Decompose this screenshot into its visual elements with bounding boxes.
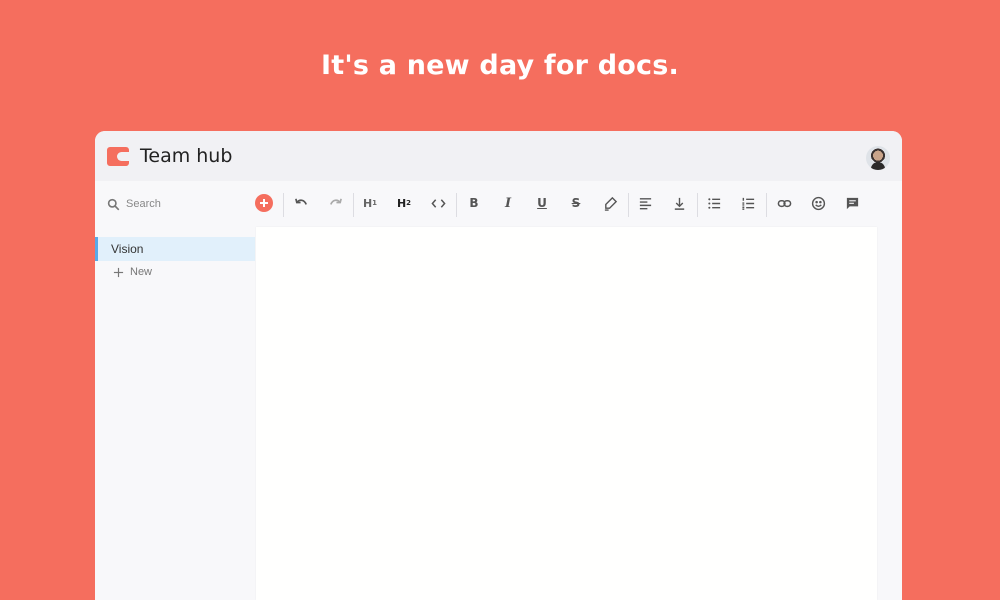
document-editor[interactable] xyxy=(256,227,877,600)
new-doc-button[interactable]: New xyxy=(95,260,255,284)
align-left-icon xyxy=(639,197,651,209)
download-button[interactable] xyxy=(666,191,692,215)
redo-button[interactable] xyxy=(322,191,348,215)
app-title: Team hub xyxy=(140,145,233,167)
bullet-list-button[interactable] xyxy=(701,191,727,215)
toolbar-divider xyxy=(766,193,767,217)
heading-1-sub: 1 xyxy=(372,199,378,207)
align-button[interactable] xyxy=(632,191,658,215)
strikethrough-label: S xyxy=(571,196,581,210)
bold-label: B xyxy=(469,196,479,210)
undo-icon xyxy=(294,198,307,205)
undo-button[interactable] xyxy=(288,191,314,215)
comment-button[interactable] xyxy=(839,191,865,215)
underline-button[interactable]: U xyxy=(529,191,555,215)
underline-label: U xyxy=(537,196,547,210)
heading-2-sub: 2 xyxy=(406,199,412,207)
search-input[interactable]: Search xyxy=(107,196,161,212)
toolbar-divider xyxy=(283,193,284,217)
emoji-icon xyxy=(811,196,825,210)
redo-icon xyxy=(329,198,342,205)
highlighter-icon xyxy=(604,196,617,211)
heading-1-button[interactable]: H1 xyxy=(357,191,383,215)
italic-label: I xyxy=(504,195,512,211)
strikethrough-button[interactable]: S xyxy=(563,191,589,215)
avatar[interactable] xyxy=(866,146,890,170)
plus-icon xyxy=(113,267,124,277)
heading-2-label: H xyxy=(396,196,407,210)
numbered-list-button[interactable] xyxy=(735,191,761,215)
comment-icon xyxy=(846,197,858,209)
toolbar-divider xyxy=(628,193,629,217)
search-placeholder: Search xyxy=(126,198,161,210)
app-logo-icon xyxy=(107,147,129,166)
headline: It's a new day for docs. xyxy=(321,50,679,81)
bullet-list-icon xyxy=(707,197,720,209)
numbered-list-icon xyxy=(741,197,754,210)
sidebar: Vision New xyxy=(95,227,255,600)
link-button[interactable] xyxy=(771,191,797,215)
code-button[interactable] xyxy=(425,191,451,215)
heading-1-label: H xyxy=(362,196,373,210)
add-button[interactable] xyxy=(255,194,273,212)
toolbar: Search H1 H2 B I U S xyxy=(95,181,902,227)
app-window: Team hub Search H1 H 2 B I U S Vision Ne… xyxy=(95,131,902,600)
heading-2-button[interactable]: H2 xyxy=(391,191,417,215)
new-doc-label: New xyxy=(130,266,153,278)
download-icon xyxy=(674,197,684,210)
toolbar-divider xyxy=(697,193,698,217)
toolbar-divider xyxy=(353,193,354,217)
sidebar-item-label: Vision xyxy=(111,242,144,256)
search-icon xyxy=(107,198,120,210)
code-icon xyxy=(430,198,446,208)
toolbar-divider xyxy=(456,193,457,217)
bold-button[interactable]: B xyxy=(461,191,487,215)
sidebar-item-vision[interactable]: Vision xyxy=(95,237,255,261)
plus-icon xyxy=(260,199,268,207)
emoji-button[interactable] xyxy=(805,191,831,215)
highlight-button[interactable] xyxy=(597,191,623,215)
link-icon xyxy=(777,199,791,207)
title-bar: Team hub xyxy=(95,131,902,181)
italic-button[interactable]: I xyxy=(495,191,521,215)
